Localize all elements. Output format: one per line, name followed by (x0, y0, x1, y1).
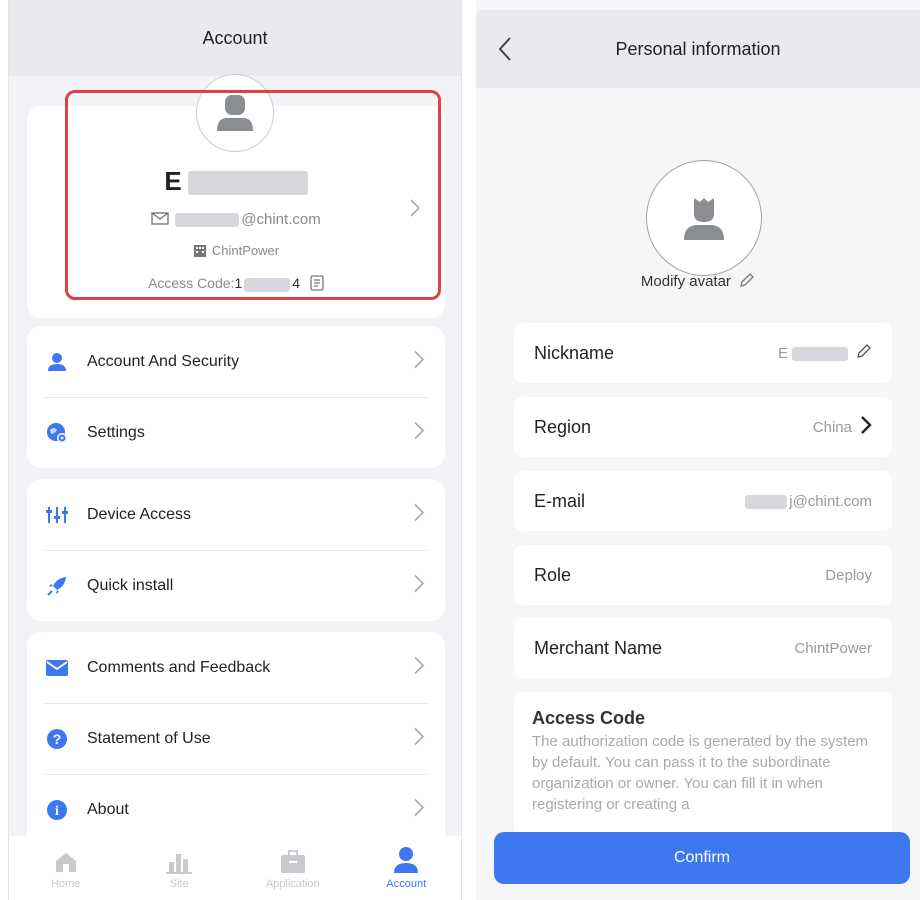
person-icon (684, 198, 724, 240)
field-label: Role (534, 564, 572, 585)
chevron-right-icon (413, 797, 425, 822)
rocket-icon (45, 574, 69, 598)
menu-item-label: Statement of Use (87, 729, 211, 747)
field-value: ChintPower (794, 639, 872, 657)
field-merchant-name: Merchant Name ChintPower (514, 618, 892, 678)
modify-avatar-link[interactable]: Modify avatar (476, 272, 920, 292)
sliders-icon (45, 503, 69, 527)
chevron-right-icon (413, 655, 425, 680)
redacted-nickname (792, 346, 848, 361)
menu-item-about[interactable]: i About (27, 774, 445, 845)
field-label: Region (534, 416, 592, 437)
field-value: j@chint.com (745, 493, 872, 510)
field-region[interactable]: Region China (514, 397, 892, 457)
menu-group-account: Account And Security Settings (27, 326, 445, 468)
field-label: E-mail (534, 490, 586, 511)
menu-item-feedback[interactable]: Comments and Feedback (27, 632, 445, 703)
field-label: Nickname (534, 342, 615, 363)
menu-item-label: Account And Security (87, 352, 240, 370)
menu-group-info: Comments and Feedback ? Statement of Use… (27, 632, 445, 862)
menu-item-device-access[interactable]: Device Access (27, 479, 445, 550)
menu-item-label: Comments and Feedback (87, 658, 271, 676)
personal-header: Personal information (476, 10, 920, 88)
menu-item-label: Device Access (87, 505, 192, 523)
chevron-right-icon (413, 726, 425, 751)
tab-account[interactable]: Account (350, 836, 462, 900)
briefcase-icon (280, 850, 305, 873)
menu-item-label: About (87, 800, 129, 818)
field-nickname[interactable]: Nickname E (514, 323, 892, 383)
menu-item-settings[interactable]: Settings (27, 397, 445, 468)
home-icon (55, 853, 76, 872)
chevron-right-icon (413, 573, 425, 598)
access-code-description: The authorization code is generated by t… (532, 733, 869, 813)
chevron-right-icon (860, 415, 872, 439)
field-label: Merchant Name (534, 637, 663, 658)
pencil-icon[interactable] (856, 343, 872, 363)
account-header: Account (9, 0, 461, 76)
menu-item-statement[interactable]: ? Statement of Use (27, 703, 445, 774)
mail-icon (45, 656, 69, 680)
menu-item-label: Settings (87, 423, 145, 441)
person-icon (394, 847, 419, 873)
info-icon: i (45, 798, 69, 822)
bottom-tab-bar: Home Site Application Account (9, 836, 462, 900)
chevron-right-icon (413, 420, 425, 445)
tab-home[interactable]: Home (9, 836, 123, 900)
question-icon: ? (45, 727, 69, 751)
field-value: E (778, 343, 872, 363)
pencil-icon (739, 272, 755, 292)
tab-site[interactable]: Site (123, 836, 237, 900)
chevron-right-icon (413, 349, 425, 374)
field-value: China (813, 415, 872, 439)
account-screen: Account E @chint.com ChintPower Access C… (8, 0, 462, 900)
field-email: E-mail j@chint.com (514, 471, 892, 531)
svg-text:?: ? (53, 731, 62, 747)
back-arrow-icon[interactable] (498, 34, 522, 64)
chart-icon (166, 854, 193, 874)
confirm-button[interactable]: Confirm (494, 832, 910, 884)
menu-group-device: Device Access Quick install (27, 479, 445, 621)
menu-item-label: Quick install (87, 576, 174, 594)
highlight-box (65, 90, 441, 300)
redacted-email (745, 494, 788, 509)
avatar[interactable] (646, 160, 762, 276)
access-code-title: Access Code (532, 708, 646, 728)
menu-item-quick-install[interactable]: Quick install (27, 550, 445, 621)
field-value: Deploy (825, 566, 872, 584)
field-role: Role Deploy (514, 545, 892, 605)
menu-item-account-security[interactable]: Account And Security (27, 326, 445, 397)
chevron-right-icon (413, 502, 425, 527)
svg-text:i: i (55, 804, 59, 819)
globe-settings-icon (45, 421, 69, 445)
access-code-card: Access Code The authorization code is ge… (514, 692, 892, 852)
page-title: Account (202, 27, 268, 48)
personal-info-screen: Personal information Modify avatar Nickn… (476, 0, 920, 900)
tab-application[interactable]: Application (236, 836, 350, 900)
page-title: Personal information (615, 38, 781, 59)
person-icon (45, 350, 69, 374)
